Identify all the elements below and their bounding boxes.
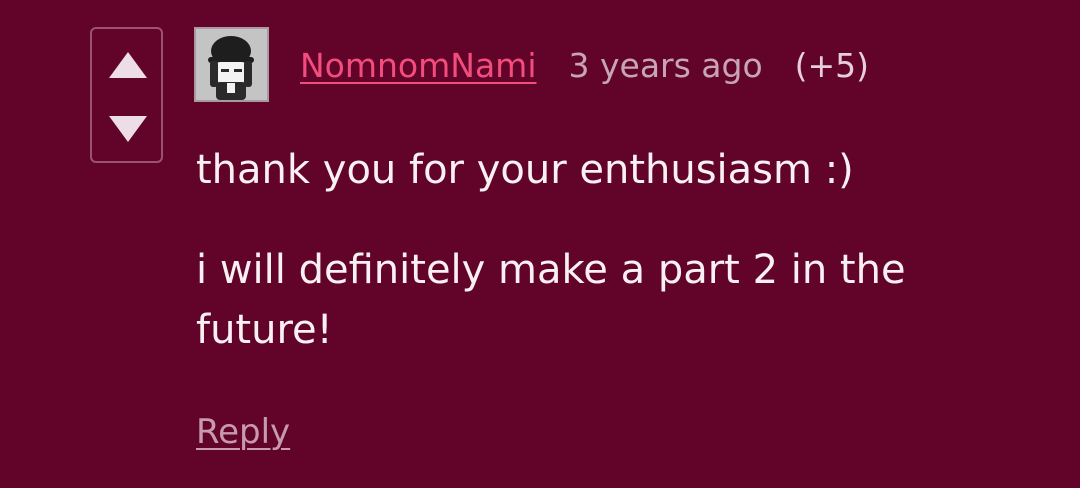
reply-link[interactable]: Reply [196, 412, 290, 452]
comment-paragraph: thank you for your enthusiasm :) [196, 147, 854, 193]
user-avatar-icon [196, 29, 267, 100]
avatar[interactable] [194, 27, 269, 102]
vote-controls [90, 27, 163, 163]
timestamp: 3 years ago [568, 45, 763, 85]
comment-meta: NomnomNami 3 years ago (+5) [300, 40, 869, 90]
comment-card: NomnomNami 3 years ago (+5) thank you fo… [0, 0, 1080, 488]
score-badge: (+5) [794, 45, 870, 85]
triangle-down-icon [109, 116, 147, 142]
upvote-button[interactable] [107, 49, 149, 81]
triangle-up-icon [109, 52, 147, 78]
comment-paragraph: i will definitely make a part 2 in the f… [196, 247, 906, 353]
comment-body: thank you for your enthusiasm :) i will … [196, 140, 996, 360]
downvote-button[interactable] [107, 113, 149, 145]
username-link[interactable]: NomnomNami [300, 46, 537, 85]
